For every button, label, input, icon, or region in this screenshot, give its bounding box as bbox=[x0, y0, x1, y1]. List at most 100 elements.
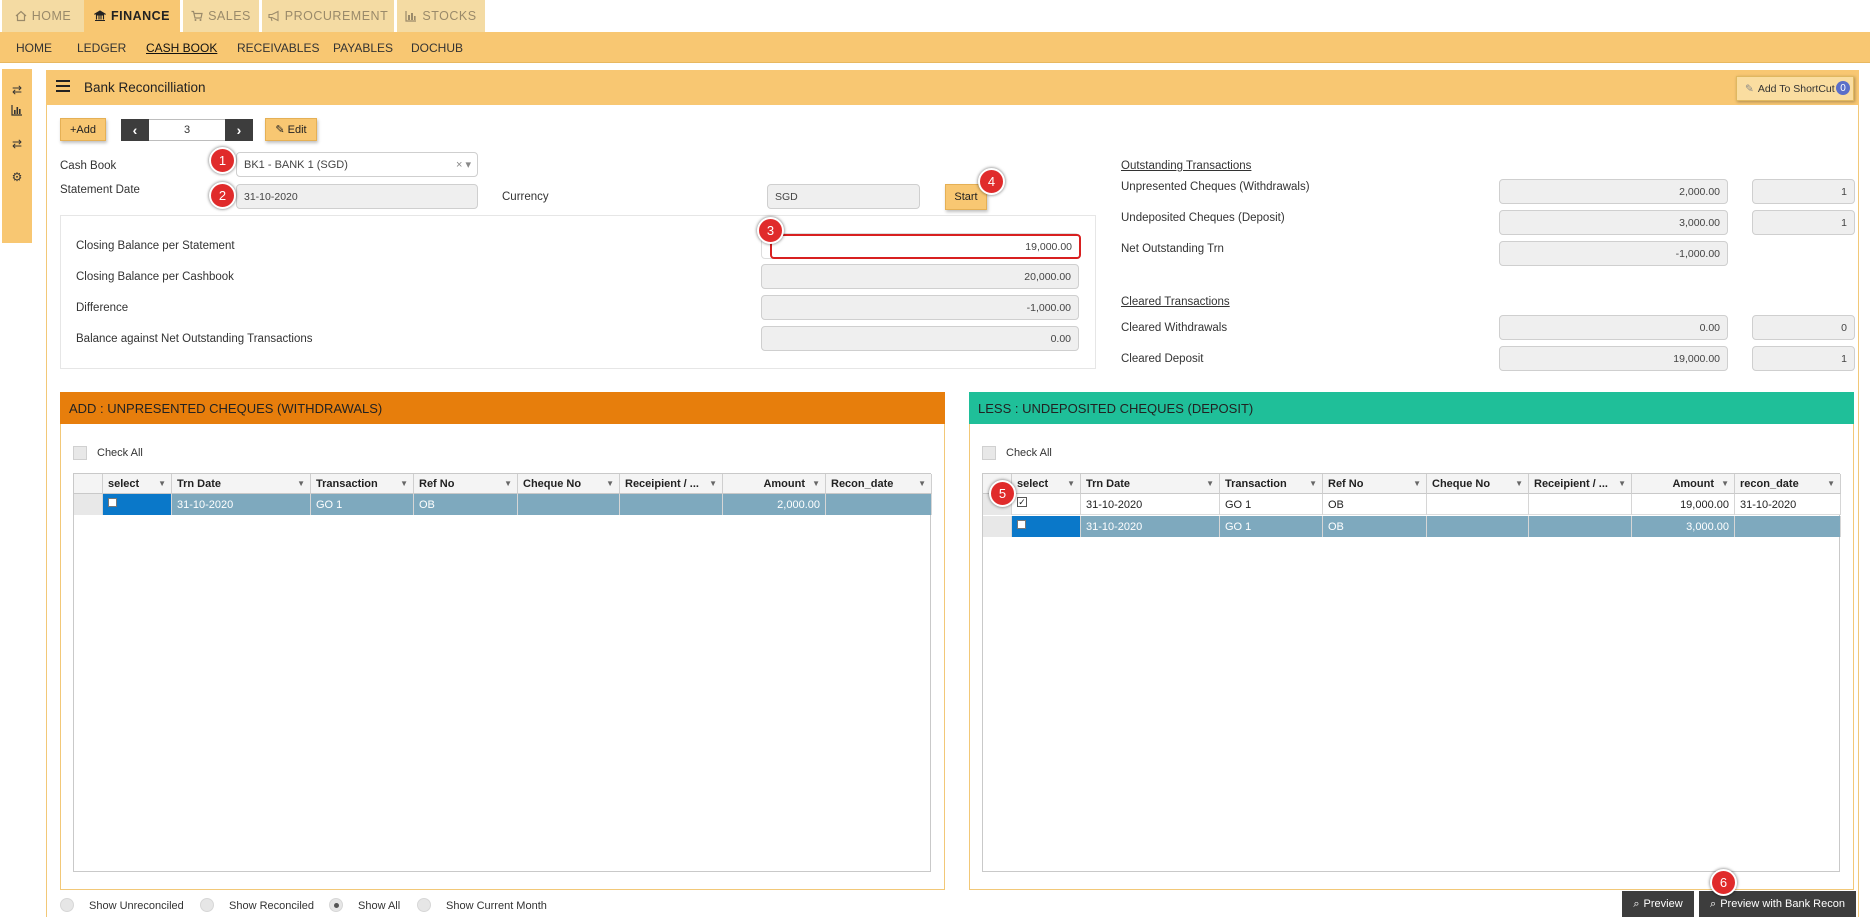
filter-icon: ▼ bbox=[1067, 479, 1075, 488]
column-header-cheque-no[interactable]: Cheque No ▼ bbox=[518, 474, 620, 494]
column-header-trn-date[interactable]: Trn Date ▼ bbox=[1081, 474, 1220, 494]
page-title: Bank Reconcilliation bbox=[84, 80, 206, 95]
tab-procurement-label: PROCUREMENT bbox=[284, 9, 389, 23]
undeposited-cheques-count: 1 bbox=[1752, 210, 1855, 235]
column-header-amount[interactable]: Amount ▼ bbox=[1632, 474, 1735, 494]
subnav-payables[interactable]: PAYABLES bbox=[333, 41, 393, 55]
previous-record-button[interactable]: ‹ bbox=[121, 119, 149, 141]
column-header-transaction[interactable]: Transaction ▼ bbox=[1220, 474, 1323, 494]
column-header-trn-date[interactable]: Trn Date ▼ bbox=[172, 474, 311, 494]
record-number-input[interactable]: 3 bbox=[152, 119, 222, 141]
deposits-check-all-checkbox[interactable] bbox=[982, 446, 996, 460]
tab-home[interactable]: HOME bbox=[2, 0, 84, 32]
cleared-withdrawals-label: Cleared Withdrawals bbox=[1121, 322, 1228, 334]
statement-date-input[interactable]: 31-10-2020 bbox=[236, 184, 478, 209]
filter-icon: ▼ bbox=[1721, 479, 1729, 488]
radio-show-all[interactable] bbox=[329, 898, 343, 912]
column-header-recipient[interactable]: Receipient / ... ▼ bbox=[1529, 474, 1632, 494]
table-row[interactable]: 31-10-2020 GO 1 OB 3,000.00 bbox=[983, 516, 1841, 537]
cell-recon-date bbox=[1735, 516, 1841, 537]
row-select-cell[interactable] bbox=[103, 494, 172, 515]
search-icon: ⌕ bbox=[1710, 897, 1717, 910]
row-checkbox-checked[interactable]: ✓ bbox=[1017, 497, 1027, 507]
swap-arrows-icon[interactable]: ⇄ bbox=[10, 83, 24, 97]
search-icon: ⌕ bbox=[1633, 897, 1640, 910]
bar-chart-icon bbox=[405, 11, 417, 22]
filter-icon: ▼ bbox=[1206, 479, 1214, 488]
clear-and-dropdown-icon[interactable]: × ▾ bbox=[456, 158, 471, 171]
chevron-right-icon: › bbox=[236, 122, 242, 138]
filter-icon: ▼ bbox=[400, 479, 408, 488]
balance-net-outstanding-input: 0.00 bbox=[761, 326, 1079, 351]
cell-ref-no: OB bbox=[1323, 494, 1427, 515]
gears-icon[interactable]: ⚙ bbox=[10, 170, 24, 184]
panel-header bbox=[46, 70, 1859, 105]
currency-input[interactable]: SGD bbox=[767, 184, 920, 209]
column-header-recipient[interactable]: Receipient / ... ▼ bbox=[620, 474, 723, 494]
subnav-receivables[interactable]: RECEIVABLES bbox=[237, 41, 319, 55]
column-header-amount[interactable]: Amount ▼ bbox=[723, 474, 826, 494]
transfer-icon[interactable]: ⇄ bbox=[10, 137, 24, 151]
cell-recipient bbox=[1529, 516, 1632, 537]
column-header-transaction[interactable]: Transaction ▼ bbox=[311, 474, 414, 494]
radio-show-current-month[interactable] bbox=[417, 898, 431, 912]
closing-balance-statement-value[interactable]: 19,000.00 bbox=[770, 234, 1081, 259]
subnav-dochub[interactable]: DOCHUB bbox=[411, 41, 463, 55]
cash-book-value: BK1 - BANK 1 (SGD) bbox=[244, 158, 348, 171]
tab-stocks[interactable]: STOCKS bbox=[397, 0, 485, 32]
statement-date-label: Statement Date bbox=[60, 184, 140, 196]
annotation-marker-3: 3 bbox=[757, 217, 784, 244]
withdrawals-check-all-checkbox[interactable] bbox=[73, 446, 87, 460]
edit-button[interactable]: ✎ Edit bbox=[265, 118, 317, 141]
cell-recon-date bbox=[826, 494, 932, 515]
cell-trn-date: 31-10-2020 bbox=[1081, 494, 1220, 515]
subnav-home[interactable]: HOME bbox=[16, 41, 52, 55]
pencil-icon: ✎ bbox=[1745, 82, 1754, 95]
preview-button[interactable]: ⌕ Preview bbox=[1622, 891, 1694, 917]
unpresented-cheques-count: 1 bbox=[1752, 179, 1855, 204]
tab-sales[interactable]: SALES bbox=[183, 0, 259, 32]
top-tab-bar: HOME FINANCE SALES PROCUREMENT STOCKS bbox=[0, 0, 1870, 32]
filter-icon: ▼ bbox=[504, 479, 512, 488]
subnav-cash-book[interactable]: CASH BOOK bbox=[146, 41, 217, 55]
tab-procurement[interactable]: PROCUREMENT bbox=[262, 0, 394, 32]
next-record-button[interactable]: › bbox=[225, 119, 253, 141]
hamburger-menu-icon[interactable] bbox=[56, 80, 70, 92]
filter-icon: ▼ bbox=[1413, 479, 1421, 488]
cell-trn-date: 31-10-2020 bbox=[1081, 516, 1220, 537]
radio-show-reconciled[interactable] bbox=[200, 898, 214, 912]
cell-transaction: GO 1 bbox=[1220, 516, 1323, 537]
label-show-reconciled: Show Reconciled bbox=[229, 900, 314, 912]
closing-balance-statement-label: Closing Balance per Statement bbox=[76, 240, 235, 252]
tab-finance[interactable]: FINANCE bbox=[84, 0, 180, 32]
row-checkbox[interactable] bbox=[108, 497, 117, 507]
column-header-cheque-no[interactable]: Cheque No ▼ bbox=[1427, 474, 1529, 494]
cleared-deposit-label: Cleared Deposit bbox=[1121, 353, 1204, 365]
column-header-recon-date[interactable]: Recon_date ▼ bbox=[826, 474, 932, 494]
cleared-deposit-amount: 19,000.00 bbox=[1499, 346, 1728, 371]
column-header-ref-no[interactable]: Ref No ▼ bbox=[414, 474, 518, 494]
row-select-cell[interactable]: ✓ bbox=[1012, 494, 1081, 515]
add-to-shortcut-button[interactable]: ✎ Add To ShortCut 0 bbox=[1736, 76, 1854, 101]
cell-cheque-no bbox=[518, 494, 620, 515]
deposits-check-all-label: Check All bbox=[1006, 447, 1052, 459]
add-button[interactable]: +Add bbox=[60, 118, 106, 141]
filter-icon: ▼ bbox=[812, 479, 820, 488]
column-header-select[interactable]: select ▼ bbox=[103, 474, 172, 494]
withdrawals-grid: select ▼ Trn Date ▼ Transaction ▼ Ref No ▼ C… bbox=[73, 473, 932, 872]
chart-icon[interactable] bbox=[10, 103, 24, 117]
row-select-cell[interactable] bbox=[1012, 516, 1081, 537]
deposits-grid: select ▼ Trn Date ▼ Transaction ▼ Ref No ▼ C… bbox=[982, 473, 1841, 872]
radio-show-unreconciled[interactable] bbox=[60, 898, 74, 912]
column-header-recon-date[interactable]: recon_date ▼ bbox=[1735, 474, 1841, 494]
column-header-ref-no[interactable]: Ref No ▼ bbox=[1323, 474, 1427, 494]
table-row[interactable]: 31-10-2020 GO 1 OB 2,000.00 bbox=[74, 494, 932, 515]
row-checkbox[interactable] bbox=[1017, 520, 1026, 529]
table-row[interactable]: ✓ 31-10-2020 GO 1 OB 19,000.00 31-10-202… bbox=[983, 494, 1841, 515]
cash-book-select[interactable]: BK1 - BANK 1 (SGD) × ▾ bbox=[236, 152, 478, 177]
cell-ref-no: OB bbox=[1323, 516, 1427, 537]
tab-finance-label: FINANCE bbox=[110, 9, 171, 23]
subnav-ledger[interactable]: LEDGER bbox=[77, 41, 126, 55]
column-header-select[interactable]: select ▼ bbox=[1012, 474, 1081, 494]
preview-label: Preview bbox=[1643, 898, 1683, 910]
